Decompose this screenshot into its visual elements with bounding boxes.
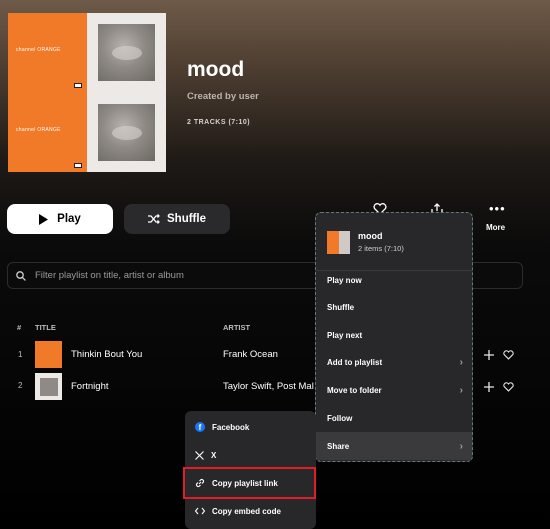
- heart-icon[interactable]: [503, 382, 514, 392]
- menu-item-add-to-playlist[interactable]: Add to playlist ›: [316, 348, 472, 376]
- search-icon: [16, 270, 26, 281]
- highlight-box: [183, 467, 316, 499]
- heart-icon[interactable]: [503, 350, 514, 360]
- context-menu-title: mood: [358, 231, 383, 241]
- menu-item-move-to-folder[interactable]: Move to folder ›: [316, 376, 472, 404]
- track-thumbnail: [35, 341, 62, 368]
- filter-input[interactable]: [35, 270, 335, 281]
- playlist-creator[interactable]: Created by user: [187, 91, 259, 102]
- context-menu: mood 2 items (7:10) Play now Shuffle Pla…: [315, 212, 473, 462]
- track-thumbnail: [35, 373, 62, 400]
- chevron-right-icon: ›: [459, 384, 463, 396]
- menu-item-shuffle[interactable]: Shuffle: [316, 293, 472, 321]
- parental-advisory-label: [74, 83, 82, 88]
- add-icon[interactable]: [484, 350, 494, 360]
- shuffle-button[interactable]: Shuffle: [124, 204, 230, 234]
- share-x[interactable]: X: [185, 441, 316, 469]
- playlist-meta: 2 TRACKS (7:10): [187, 119, 251, 126]
- track-title[interactable]: Thinkin Bout You: [71, 349, 142, 360]
- code-icon: [195, 507, 205, 515]
- playlist-title: mood: [187, 58, 245, 81]
- track-title[interactable]: Fortnight: [71, 381, 109, 392]
- chevron-right-icon: ›: [459, 356, 463, 368]
- play-icon: [39, 213, 49, 225]
- x-logo-icon: [195, 450, 204, 460]
- add-icon[interactable]: [484, 382, 494, 392]
- menu-item-share[interactable]: Share ›: [316, 432, 472, 460]
- menu-item-play-now[interactable]: Play now: [316, 266, 472, 294]
- column-header-artist[interactable]: ARTIST: [223, 323, 250, 332]
- context-menu-header: mood 2 items (7:10): [327, 231, 404, 254]
- play-button[interactable]: Play: [7, 204, 113, 234]
- column-header-number: #: [17, 323, 22, 332]
- album-art-tortured-poets: [87, 13, 166, 93]
- album-art-tortured-poets: [87, 92, 166, 172]
- chevron-right-icon: ›: [459, 440, 463, 452]
- parental-advisory-label: [74, 162, 82, 168]
- more-icon[interactable]: •••: [489, 202, 506, 215]
- playlist-cover[interactable]: channel ORANGE channel ORANGE: [8, 13, 166, 172]
- share-copy-embed-code[interactable]: Copy embed code: [185, 497, 316, 525]
- menu-item-follow[interactable]: Follow: [316, 404, 472, 432]
- playlist-thumbnail: [327, 231, 350, 254]
- menu-item-play-next[interactable]: Play next: [316, 321, 472, 349]
- context-menu-subtitle: 2 items (7:10): [358, 244, 404, 253]
- album-art-channel-orange: channel ORANGE: [8, 13, 87, 93]
- column-header-title[interactable]: TITLE: [35, 323, 56, 332]
- share-facebook[interactable]: f Facebook: [185, 413, 316, 441]
- track-artist[interactable]: Frank Ocean: [223, 349, 313, 360]
- track-artist[interactable]: Taylor Swift, Post Mal: [223, 381, 315, 392]
- facebook-icon: f: [195, 422, 205, 432]
- more-label[interactable]: More: [486, 223, 505, 232]
- shuffle-icon: [148, 214, 160, 224]
- album-art-channel-orange: channel ORANGE: [8, 92, 87, 172]
- track-number: 1: [18, 350, 23, 359]
- track-number: 2: [18, 381, 23, 390]
